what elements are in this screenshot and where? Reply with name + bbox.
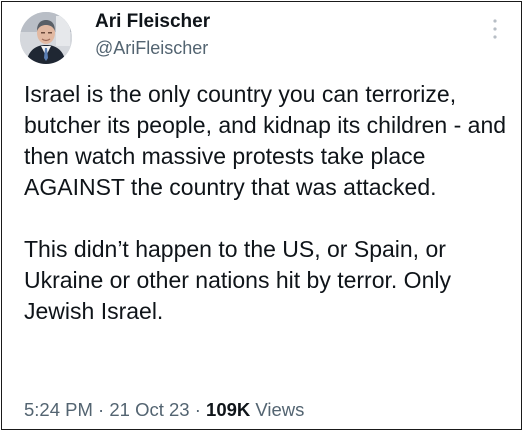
views-label: Views — [255, 399, 305, 420]
more-vertical-icon[interactable] — [491, 18, 499, 40]
author-handle[interactable]: @AriFleischer — [95, 37, 208, 59]
tweet-paragraph: Israel is the only country you can terro… — [24, 81, 507, 200]
tweet-date[interactable]: 21 Oct 23 — [109, 399, 189, 420]
author-name[interactable]: Ari Fleischer — [95, 11, 210, 33]
avatar-photo — [20, 12, 72, 64]
author-avatar[interactable] — [20, 12, 72, 64]
tweet-meta: 5:24 PM · 21 Oct 23 · 109K Views — [24, 399, 304, 421]
meta-separator: · — [98, 399, 105, 420]
more-dots-graphic — [493, 19, 497, 39]
meta-separator: · — [194, 399, 201, 420]
views-count: 109K — [206, 399, 251, 420]
tweet-text: Israel is the only country you can terro… — [24, 79, 514, 327]
tweet-time[interactable]: 5:24 PM — [24, 399, 93, 420]
tweet-paragraph: This didn’t happen to the US, or Spain, … — [24, 236, 451, 324]
tweet-card: Ari Fleischer @AriFleischer Israel is th… — [1, 1, 522, 430]
